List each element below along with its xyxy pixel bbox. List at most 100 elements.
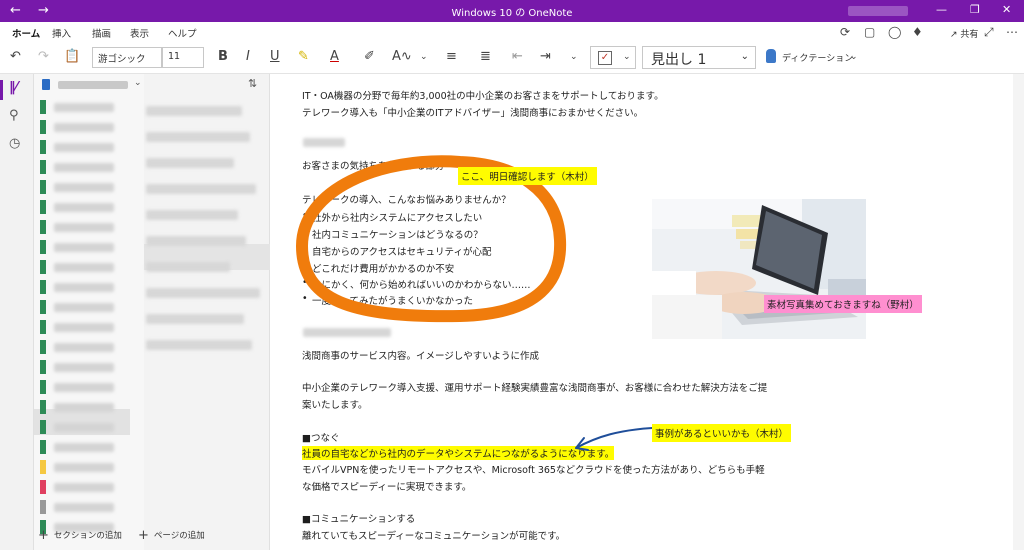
notebook-selector[interactable]: ⌄ ⇅ bbox=[38, 77, 266, 93]
section-item[interactable] bbox=[38, 120, 128, 134]
section-item[interactable] bbox=[38, 300, 128, 314]
section-item[interactable] bbox=[38, 240, 128, 254]
page-item-redacted[interactable] bbox=[146, 132, 250, 142]
share-button[interactable]: ↗ 共有 bbox=[950, 27, 978, 40]
laptop-photo[interactable] bbox=[652, 199, 866, 339]
page-item-redacted[interactable] bbox=[146, 158, 234, 168]
search-icon[interactable]: ⚲ bbox=[9, 108, 19, 123]
page-item-redacted[interactable] bbox=[146, 184, 256, 194]
font-size-box[interactable]: 11 bbox=[162, 47, 204, 68]
section-item[interactable] bbox=[38, 440, 128, 454]
comm-heading[interactable]: ■コミュニケーションする bbox=[302, 511, 415, 525]
section-item[interactable] bbox=[38, 420, 128, 434]
service-body-1[interactable]: 中小企業のテレワーク導入支援、運用サポート経験実績豊富な浅間商事が、お客様に合わ… bbox=[302, 380, 767, 394]
nomura-photo-note[interactable]: 素材写真集めておきますね（野村） bbox=[764, 295, 922, 313]
style-dropdown[interactable]: 見出し 1 ⌄ bbox=[642, 46, 756, 69]
maximize-icon[interactable]: ❐ bbox=[970, 3, 980, 16]
tab-help[interactable]: ヘルプ bbox=[168, 26, 197, 40]
connect-heading[interactable]: ■つなぐ bbox=[302, 430, 339, 444]
underline-icon[interactable]: U bbox=[270, 49, 280, 64]
connect-body-2[interactable]: な価格でスピーディーに実現できます。 bbox=[302, 479, 471, 493]
user-account[interactable] bbox=[848, 6, 908, 16]
section-item[interactable] bbox=[38, 160, 128, 174]
more-icon[interactable]: ⋯ bbox=[1006, 25, 1018, 39]
page-item-redacted[interactable] bbox=[146, 236, 246, 246]
bullet-item[interactable]: どこれだけ費用がかかるのか不安 bbox=[302, 261, 454, 275]
page-item-redacted[interactable] bbox=[146, 210, 238, 220]
chevron-down-icon[interactable]: ⌄ bbox=[570, 52, 578, 62]
sort-icon[interactable]: ⇅ bbox=[248, 77, 257, 90]
notes-icon[interactable]: ▢ bbox=[864, 25, 875, 39]
bullet-item[interactable]: 自宅からのアクセスはセキュリティが心配 bbox=[302, 244, 491, 258]
section-item[interactable] bbox=[38, 180, 128, 194]
font-name-box[interactable]: 游ゴシック bbox=[92, 47, 162, 68]
section-item[interactable] bbox=[38, 400, 128, 414]
add-section-button[interactable]: + セクションの追加 bbox=[38, 528, 122, 543]
outdent-icon[interactable]: ⇤ bbox=[512, 49, 523, 64]
highlight-icon[interactable]: ✎ bbox=[298, 49, 309, 64]
page-item-redacted[interactable] bbox=[146, 314, 244, 324]
font-color-icon[interactable]: A bbox=[330, 49, 339, 64]
section-label[interactable]: お客さまの気持ちを代弁する部分 bbox=[302, 158, 445, 172]
section-item[interactable] bbox=[38, 220, 128, 234]
intro-line-2[interactable]: テレワーク導入も「中小企業のITアドバイザー」浅間商事におまかせください。 bbox=[302, 105, 643, 119]
bullet-item[interactable]: とにかく、何から始めればいいのかわからない…… bbox=[302, 277, 530, 291]
redo-icon[interactable]: ↷ bbox=[38, 49, 49, 64]
question-line[interactable]: テレワークの導入、こんなお悩みありませんか？ bbox=[302, 192, 511, 206]
page-item-redacted[interactable] bbox=[146, 340, 252, 350]
tab-insert[interactable]: 挿入 bbox=[52, 26, 71, 40]
kimura-example-note[interactable]: 事例があるといいかも（木村） bbox=[652, 424, 792, 442]
page-item-redacted[interactable] bbox=[146, 106, 242, 116]
microphone-icon[interactable] bbox=[766, 49, 776, 63]
bullet-item[interactable]: 社内コミュニケーションはどうなるの？ bbox=[302, 227, 483, 241]
bullet-item[interactable]: 一度やってみたがうまくいかなかった bbox=[302, 293, 473, 307]
section-item[interactable] bbox=[38, 260, 128, 274]
kimura-confirm-note[interactable]: ここ、明日確認します（木村） bbox=[458, 167, 597, 185]
bold-icon[interactable]: B bbox=[218, 49, 228, 64]
sync-icon[interactable]: ⟳ bbox=[840, 25, 850, 39]
intro-line-1[interactable]: IT・OA機器の分野で毎年約3,000社の中小企業のお客さまをサポートしておりま… bbox=[302, 88, 664, 102]
chevron-down-icon[interactable]: ⌄ bbox=[850, 52, 858, 62]
tab-home[interactable]: ホーム bbox=[12, 26, 41, 44]
paste-icon[interactable]: 📋 bbox=[64, 49, 80, 64]
vertical-scrollbar[interactable] bbox=[1013, 74, 1024, 550]
chevron-down-icon[interactable]: ⌄ bbox=[420, 52, 428, 62]
section-item[interactable] bbox=[38, 480, 128, 494]
recent-clock-icon[interactable]: ◷ bbox=[9, 136, 20, 151]
service-body-2[interactable]: 案いたします。 bbox=[302, 397, 368, 411]
section-item[interactable] bbox=[38, 140, 128, 154]
notebooks-icon[interactable]: ‖⁄ bbox=[9, 80, 18, 95]
page-item-redacted[interactable] bbox=[146, 288, 260, 298]
section-item[interactable] bbox=[38, 500, 128, 514]
section-item[interactable] bbox=[38, 320, 128, 334]
lightbulb-icon[interactable]: ◯ bbox=[888, 25, 901, 39]
section-item[interactable] bbox=[38, 380, 128, 394]
connect-body-1[interactable]: モバイルVPNを使ったリモートアクセスや、Microsoft 365などクラウド… bbox=[302, 462, 765, 476]
expand-icon[interactable]: ⤢ bbox=[984, 25, 994, 40]
italic-icon[interactable]: I bbox=[246, 49, 250, 64]
service-line[interactable]: 浅間商事のサービス内容。イメージしやすいように作成 bbox=[302, 348, 539, 362]
text-effects-icon[interactable]: A∿ bbox=[392, 49, 412, 64]
clear-format-icon[interactable]: ✐ bbox=[364, 49, 375, 64]
todo-tag-box[interactable]: ✓ ⌄ bbox=[590, 46, 636, 69]
section-item[interactable] bbox=[38, 100, 128, 114]
dictation-button[interactable]: ディクテーション bbox=[782, 51, 853, 64]
section-item[interactable] bbox=[38, 360, 128, 374]
section-item[interactable] bbox=[38, 460, 128, 474]
undo-icon[interactable]: ↶ bbox=[10, 49, 21, 64]
page-item-redacted[interactable] bbox=[146, 262, 230, 272]
section-item[interactable] bbox=[38, 280, 128, 294]
tab-draw[interactable]: 描画 bbox=[92, 26, 111, 40]
numbered-list-icon[interactable]: ≣ bbox=[480, 49, 491, 64]
tab-view[interactable]: 表示 bbox=[130, 26, 149, 40]
add-page-button[interactable]: + ページの追加 bbox=[138, 528, 205, 543]
bullet-item[interactable]: 社外から社内システムにアクセスしたい bbox=[302, 210, 482, 224]
connect-highlight[interactable]: 社員の自宅などから社内のデータやシステムにつながるようになります。 bbox=[302, 446, 615, 460]
section-item[interactable] bbox=[38, 200, 128, 214]
indent-icon[interactable]: ⇥ bbox=[540, 49, 551, 64]
bell-icon[interactable]: ♦ bbox=[912, 25, 923, 39]
bullet-list-icon[interactable]: ≡ bbox=[446, 49, 457, 64]
section-item[interactable] bbox=[38, 340, 128, 354]
comm-body[interactable]: 離れていてもスピーディーなコミュニケーションが可能です。 bbox=[302, 528, 565, 542]
close-icon[interactable]: ✕ bbox=[1002, 3, 1011, 16]
